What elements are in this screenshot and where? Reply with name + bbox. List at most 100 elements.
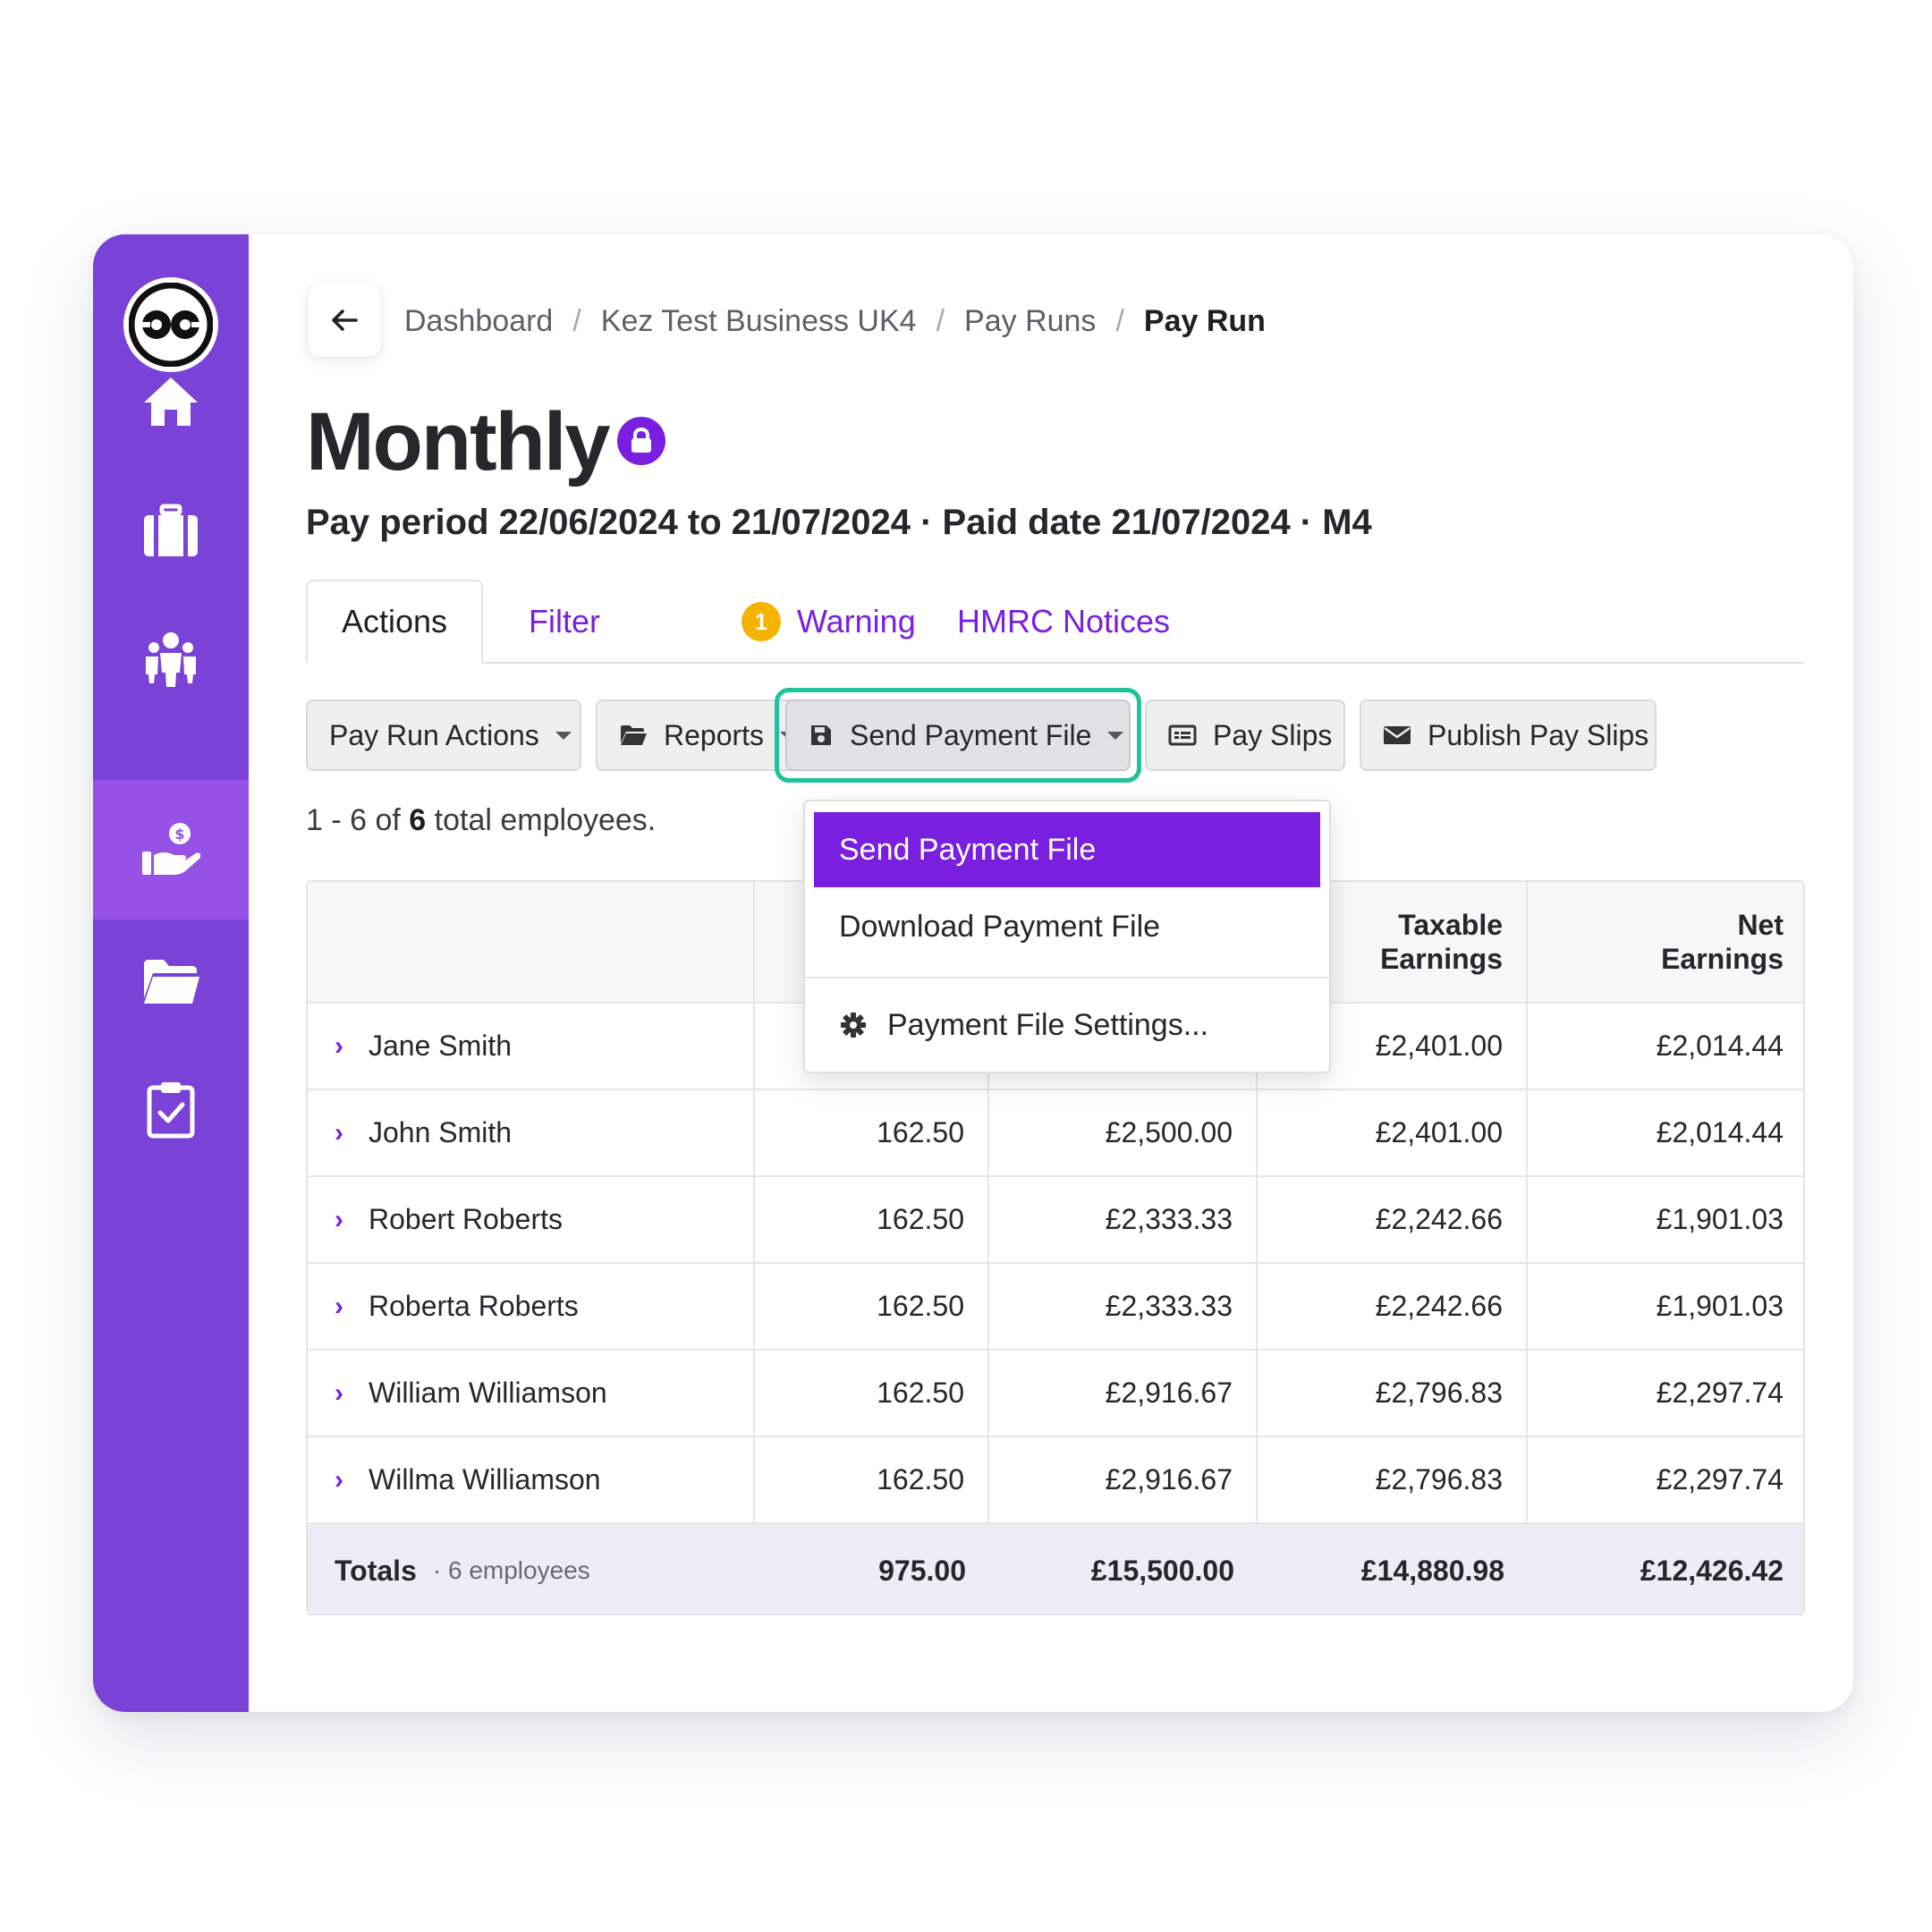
hours-cell: 162.50 — [755, 1090, 989, 1175]
header-cell-net[interactable]: Net Earnings — [1528, 882, 1803, 1002]
totals-hours: 975.00 — [878, 1554, 966, 1587]
header-taxable-line1: Taxable — [1398, 908, 1503, 941]
main-content: Dashboard / Kez Test Business UK4 / Pay … — [249, 234, 1853, 1712]
row-name-cell: › Robert Roberts — [308, 1177, 755, 1262]
nav-pay-runs[interactable]: $ — [93, 780, 249, 919]
totals-taxable: £14,880.98 — [1360, 1554, 1504, 1587]
save-icon — [811, 725, 831, 745]
tab-hmrc-notices[interactable]: HMRC Notices — [957, 580, 1170, 664]
menu-item-download-payment-file[interactable]: Download Payment File — [814, 889, 1320, 964]
menu-item-send-payment-file[interactable]: Send Payment File — [814, 812, 1320, 887]
send-payment-file-menu: Send Payment File Download Payment File — [803, 800, 1331, 1073]
breadcrumb-business[interactable]: Kez Test Business UK4 — [601, 304, 917, 339]
nav-documents[interactable] — [93, 911, 249, 1050]
hours-cell: 162.50 — [755, 1177, 989, 1262]
header-net-line2: Earnings — [1661, 943, 1784, 975]
folder-open-icon — [621, 725, 647, 745]
totals-label-cell: Totals · 6 employees — [308, 1524, 755, 1614]
breadcrumb-dashboard[interactable]: Dashboard — [404, 304, 553, 339]
table-row[interactable]: › Roberta Roberts 162.50 £2,333.33 £2,242… — [308, 1264, 1803, 1351]
result-count-prefix: 1 - 6 of — [306, 803, 401, 837]
payslip-icon — [1168, 724, 1197, 746]
pay-run-actions-button[interactable]: Pay Run Actions — [306, 699, 581, 771]
employee-name[interactable]: Roberta Roberts — [369, 1290, 579, 1323]
row-name-cell: › Willma Williamson — [308, 1437, 755, 1522]
send-payment-file-button[interactable]: Send Payment File — [785, 699, 1131, 771]
pay-run-actions-label: Pay Run Actions — [329, 718, 539, 751]
header-net-line1: Net — [1737, 908, 1784, 941]
net-cell: £2,297.74 — [1656, 1377, 1784, 1409]
pay-slips-label: Pay Slips — [1213, 718, 1333, 751]
gross-cell: £2,916.67 — [989, 1437, 1258, 1522]
menu-item-payment-file-settings-label: Payment File Settings... — [887, 1007, 1209, 1042]
hours-cell: 162.50 — [755, 1437, 989, 1522]
employee-name[interactable]: Robert Roberts — [369, 1203, 563, 1236]
tab-filter[interactable]: Filter — [529, 580, 600, 664]
row-name-cell: › Jane Smith — [308, 1004, 755, 1089]
table-row[interactable]: › Willma Williamson 162.50 £2,916.67 £2,7… — [308, 1437, 1803, 1524]
tab-warning[interactable]: 1 Warning — [741, 580, 916, 664]
nav-employers[interactable] — [93, 462, 249, 601]
nav-tasks[interactable] — [93, 1039, 249, 1179]
folder-icon — [144, 960, 199, 1004]
breadcrumb-separator: / — [1115, 303, 1124, 338]
chevron-right-icon[interactable]: › — [335, 1118, 343, 1148]
table-row[interactable]: › Robert Roberts 162.50 £2,333.33 £2,242.… — [308, 1177, 1803, 1264]
chevron-right-icon[interactable]: › — [335, 1031, 343, 1062]
publish-pay-slips-label: Publish Pay Slips — [1428, 718, 1649, 751]
reports-label: Reports — [664, 718, 765, 751]
employee-name[interactable]: Jane Smith — [369, 1030, 512, 1063]
chevron-right-icon[interactable]: › — [335, 1205, 343, 1235]
hours-cell: 162.50 — [755, 1264, 989, 1349]
result-count: 1 - 6 of 6 total employees. — [306, 803, 656, 838]
totals-net: £12,426.42 — [1640, 1554, 1784, 1587]
payment-hand-icon: $ — [142, 823, 201, 875]
publish-pay-slips-button[interactable]: Publish Pay Slips — [1360, 699, 1657, 771]
pay-slips-button[interactable]: Pay Slips — [1145, 699, 1345, 771]
net-cell: £2,014.44 — [1656, 1030, 1784, 1062]
net-cell: £1,901.03 — [1656, 1290, 1784, 1322]
net-cell: £2,297.74 — [1656, 1463, 1784, 1496]
breadcrumb-current: Pay Run — [1143, 303, 1266, 338]
breadcrumb: Dashboard / Kez Test Business UK4 / Pay … — [404, 294, 1266, 348]
menu-divider — [805, 977, 1329, 979]
lock-icon — [617, 417, 665, 465]
employee-name[interactable]: Willma Williamson — [369, 1463, 601, 1496]
nav-employees[interactable] — [93, 590, 249, 730]
taxable-cell: £2,242.66 — [1258, 1264, 1528, 1349]
tab-actions[interactable]: Actions — [306, 580, 483, 664]
caret-down-icon — [1107, 731, 1124, 740]
totals-employee-count: · 6 employees — [432, 1556, 590, 1584]
net-cell: £2,014.44 — [1656, 1116, 1784, 1148]
breadcrumb-pay-runs[interactable]: Pay Runs — [964, 304, 1096, 339]
back-button[interactable] — [308, 284, 381, 357]
gross-cell: £2,333.33 — [989, 1177, 1258, 1262]
sidebar: $ — [93, 234, 249, 1712]
tab-warning-label: Warning — [797, 603, 916, 640]
home-icon — [144, 377, 198, 426]
briefcase-icon — [144, 504, 198, 556]
chevron-right-icon[interactable]: › — [335, 1378, 343, 1409]
chevron-right-icon[interactable]: › — [335, 1465, 343, 1496]
table-row[interactable]: › William Williamson 162.50 £2,916.67 £2,… — [308, 1351, 1803, 1437]
table-row[interactable]: › John Smith 162.50 £2,500.00 £2,401.00 £… — [308, 1090, 1803, 1177]
menu-item-payment-file-settings[interactable]: Payment File Settings... — [814, 987, 1320, 1063]
result-count-suffix: total employees. — [434, 803, 657, 837]
clipboard-check-icon — [147, 1082, 195, 1139]
pay-period: Pay period 22/06/2024 to 21/07/2024 · Pa… — [306, 503, 1372, 542]
nav-home[interactable] — [93, 333, 249, 472]
header-cell-name[interactable] — [308, 882, 755, 1002]
employee-name[interactable]: John Smith — [369, 1116, 512, 1149]
breadcrumb-separator: / — [572, 303, 581, 338]
people-icon — [146, 632, 196, 687]
totals-row: Totals · 6 employees 975.00 £15,500.00 £… — [308, 1524, 1803, 1614]
row-name-cell: › William Williamson — [308, 1351, 755, 1436]
envelope-icon — [1384, 726, 1411, 744]
row-name-cell: › Roberta Roberts — [308, 1264, 755, 1349]
taxable-cell: £2,242.66 — [1258, 1177, 1528, 1262]
svg-text:$: $ — [174, 826, 184, 843]
chevron-right-icon[interactable]: › — [335, 1292, 343, 1322]
page-title: Monthly — [306, 396, 611, 487]
send-payment-file-label: Send Payment File — [850, 718, 1092, 751]
employee-name[interactable]: William Williamson — [369, 1377, 607, 1410]
